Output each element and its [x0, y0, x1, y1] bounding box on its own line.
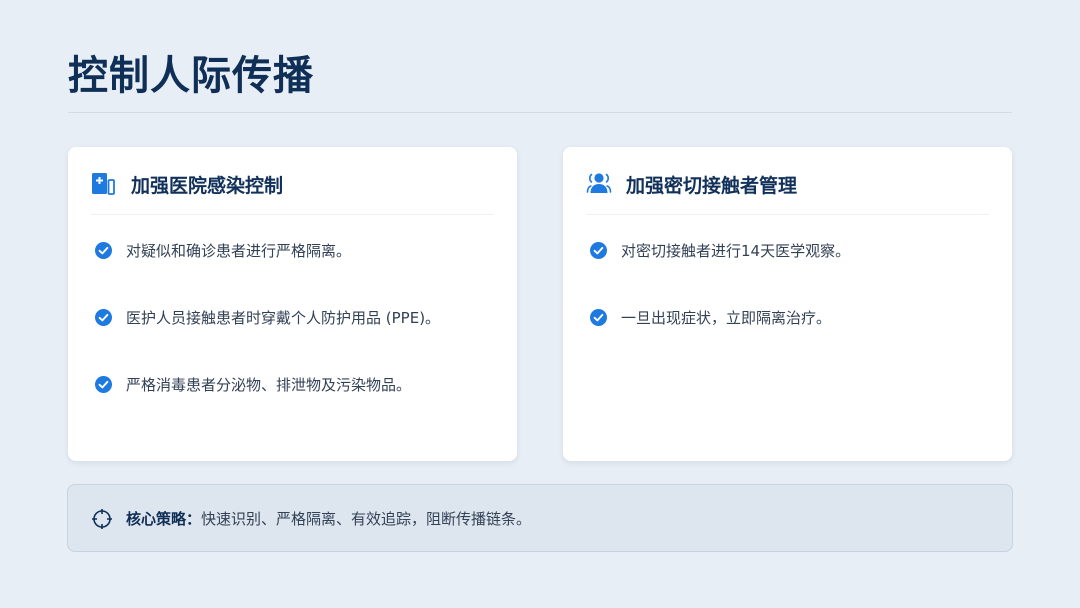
page-title: 控制人际传播 — [68, 53, 314, 99]
crosshair-icon — [92, 509, 112, 529]
check-circle-icon — [95, 309, 112, 326]
list-item: 医护人员接触患者时穿戴个人防护用品 (PPE)。 — [95, 306, 497, 330]
list-item: 一旦出现症状，立即隔离治疗。 — [590, 306, 992, 330]
list-item: 对密切接触者进行14天医学观察。 — [590, 239, 992, 263]
card-header: 加强密切接触者管理 — [586, 167, 989, 215]
hospital-infection-card: 加强医院感染控制 对疑似和确诊患者进行严格隔离。 医护人员接触患者时穿戴个人防护… — [68, 147, 517, 461]
card-title: 加强密切接触者管理 — [626, 175, 798, 197]
people-icon — [586, 173, 612, 193]
list-item-text: 一旦出现症状，立即隔离治疗。 — [621, 309, 832, 327]
list-item: 严格消毒患者分泌物、排泄物及污染物品。 — [95, 373, 497, 397]
title-divider — [68, 112, 1012, 113]
list-item-text: 严格消毒患者分泌物、排泄物及污染物品。 — [126, 376, 412, 394]
check-circle-icon — [590, 242, 607, 259]
list-item-text: 对密切接触者进行14天医学观察。 — [621, 242, 851, 260]
list-item: 对疑似和确诊患者进行严格隔离。 — [95, 239, 497, 263]
core-strategy-banner: 核心策略：快速识别、严格隔离、有效追踪，阻断传播链条。 — [67, 484, 1013, 552]
strategy-text-line: 核心策略：快速识别、严格隔离、有效追踪，阻断传播链条。 — [126, 507, 531, 531]
strategy-text: 快速识别、严格隔离、有效追踪，阻断传播链条。 — [201, 510, 532, 528]
list-item-text: 医护人员接触患者时穿戴个人防护用品 (PPE)。 — [126, 309, 441, 327]
card-title: 加强医院感染控制 — [131, 175, 284, 197]
check-circle-icon — [95, 376, 112, 393]
card-header: 加强医院感染控制 — [91, 167, 494, 215]
strategy-label: 核心策略： — [126, 510, 202, 528]
check-circle-icon — [590, 309, 607, 326]
hospital-icon — [92, 173, 115, 195]
list-item-text: 对疑似和确诊患者进行严格隔离。 — [126, 242, 352, 260]
check-circle-icon — [95, 242, 112, 259]
close-contact-card: 加强密切接触者管理 对密切接触者进行14天医学观察。 一旦出现症状，立即隔离治疗… — [563, 147, 1012, 461]
